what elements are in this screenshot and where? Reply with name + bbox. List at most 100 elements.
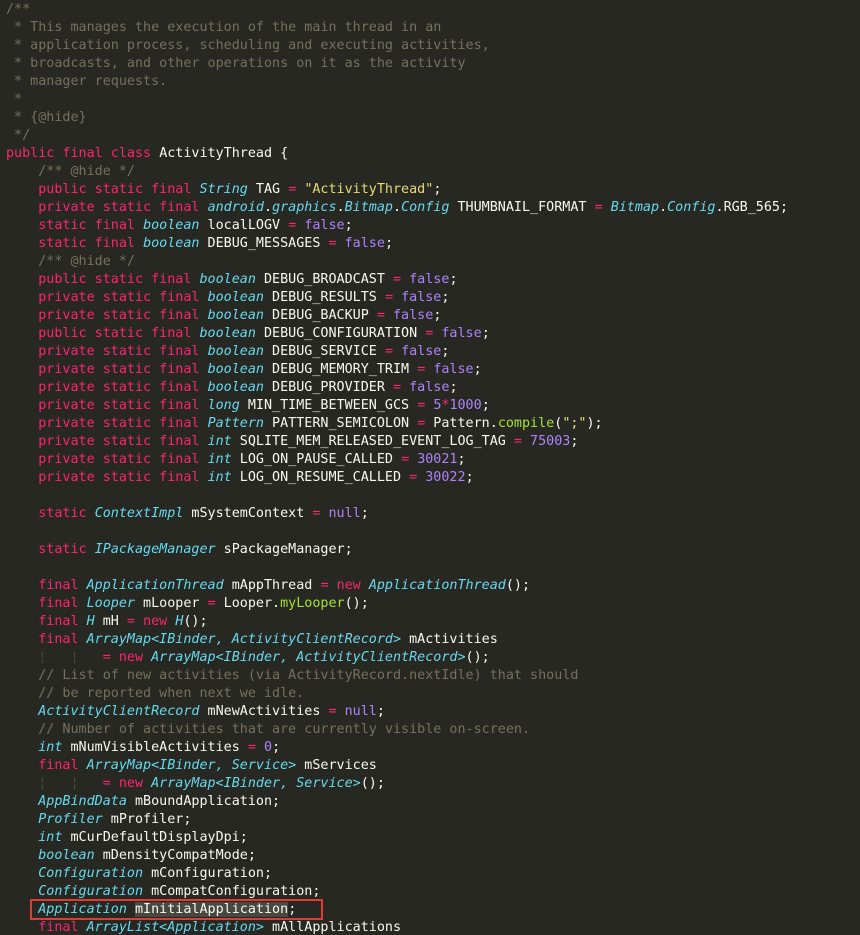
code-line[interactable]: // List of new activities (via ActivityR… bbox=[6, 667, 578, 685]
code-line[interactable]: * manager requests. bbox=[6, 73, 167, 91]
code-token: ; bbox=[441, 290, 450, 305]
code-token: Bitmap bbox=[610, 200, 660, 215]
code-line[interactable]: private static final boolean DEBUG_SERVI… bbox=[6, 343, 449, 361]
code-token: static final bbox=[38, 236, 144, 251]
code-line[interactable]: private static final boolean DEBUG_MEMOR… bbox=[6, 361, 481, 379]
code-line[interactable]: private static final boolean DEBUG_PROVI… bbox=[6, 379, 457, 397]
code-line[interactable]: AppBindData mBoundApplication; bbox=[6, 793, 280, 811]
code-token: /** @hide */ bbox=[38, 164, 135, 179]
code-token: DEBUG_MESSAGES bbox=[199, 236, 329, 251]
code-token: sPackageManager; bbox=[215, 542, 353, 557]
code-token: ArrayList<Application> bbox=[86, 920, 264, 935]
code-line[interactable]: */ bbox=[6, 127, 30, 145]
code-token: Config bbox=[401, 200, 450, 215]
code-line[interactable]: ¦ ¦ = new ArrayMap<IBinder, ActivityClie… bbox=[6, 649, 490, 667]
code-token: ArrayMap<IBinder, ActivityClientRecord> bbox=[86, 632, 402, 647]
code-line[interactable]: Profiler mProfiler; bbox=[6, 811, 191, 829]
code-line[interactable]: private static final int LOG_ON_PAUSE_CA… bbox=[6, 451, 465, 469]
code-token: (); bbox=[465, 650, 490, 665]
code-token: 75003 bbox=[530, 434, 571, 449]
code-line[interactable]: // be reported when next we idle. bbox=[6, 685, 304, 703]
code-line[interactable]: // Number of activities that are current… bbox=[6, 721, 530, 739]
code-line[interactable]: private static final long MIN_TIME_BETWE… bbox=[6, 397, 490, 415]
code-line[interactable]: private static final int SQLITE_MEM_RELE… bbox=[6, 433, 578, 451]
code-line[interactable]: /** @hide */ bbox=[6, 253, 135, 271]
code-line[interactable]: private static final Pattern PATTERN_SEM… bbox=[6, 415, 602, 433]
code-line[interactable]: static ContextImpl mSystemContext = null… bbox=[6, 505, 369, 523]
code-line[interactable]: final ArrayList<Application> mAllApplica… bbox=[6, 919, 401, 935]
code-line[interactable]: private static final boolean DEBUG_RESUL… bbox=[6, 289, 449, 307]
code-line[interactable]: * application process, scheduling and ex… bbox=[6, 37, 490, 55]
code-token: public static final bbox=[38, 182, 200, 197]
code-line[interactable]: final ArrayMap<IBinder, Service> mServic… bbox=[6, 757, 377, 775]
code-line[interactable]: /** bbox=[6, 1, 30, 19]
code-line[interactable]: public static final boolean DEBUG_BROADC… bbox=[6, 271, 457, 289]
code-token: int bbox=[38, 830, 63, 845]
code-token: private static final bbox=[38, 470, 208, 485]
code-line[interactable]: static final boolean DEBUG_MESSAGES = fa… bbox=[6, 235, 393, 253]
code-token: DEBUG_RESULTS bbox=[264, 290, 385, 305]
code-token: myLooper bbox=[280, 596, 345, 611]
code-line[interactable]: int mCurDefaultDisplayDpi; bbox=[6, 829, 248, 847]
code-token: IPackageManager bbox=[94, 542, 216, 557]
code-line[interactable]: final Looper mLooper = Looper.myLooper()… bbox=[6, 595, 369, 613]
code-token: ; bbox=[360, 506, 369, 521]
code-line[interactable]: private static final int LOG_ON_RESUME_C… bbox=[6, 469, 473, 487]
code-line[interactable]: * broadcasts, and other operations on it… bbox=[6, 55, 465, 73]
code-token: false bbox=[304, 218, 345, 233]
code-token: boolean bbox=[199, 326, 256, 341]
code-line[interactable]: ¦ ¦ = new ArrayMap<IBinder, Service>(); bbox=[6, 775, 385, 793]
code-token: public static final bbox=[38, 326, 200, 341]
code-token: boolean bbox=[199, 272, 256, 287]
code-token: static bbox=[38, 506, 95, 521]
code-line[interactable]: * This manages the execution of the main… bbox=[6, 19, 441, 37]
code-line[interactable]: final ApplicationThread mAppThread = new… bbox=[6, 577, 530, 595]
code-line[interactable]: static IPackageManager sPackageManager; bbox=[6, 541, 353, 559]
code-line[interactable]: private static final boolean DEBUG_BACKU… bbox=[6, 307, 441, 325]
code-token: = bbox=[376, 308, 385, 323]
code-token: // Number of activities that are current… bbox=[38, 722, 531, 737]
code-line[interactable]: ActivityClientRecord mNewActivities = nu… bbox=[6, 703, 385, 721]
code-line[interactable]: public static final boolean DEBUG_CONFIG… bbox=[6, 325, 490, 343]
code-token: 30022 bbox=[425, 470, 466, 485]
code-line[interactable]: private static final android.graphics.Bi… bbox=[6, 199, 788, 217]
code-token: ActivityThread bbox=[159, 146, 281, 161]
code-token: boolean bbox=[207, 344, 264, 359]
code-token: String bbox=[199, 182, 248, 197]
code-token: DEBUG_BACKUP bbox=[264, 308, 377, 323]
code-line[interactable]: /** @hide */ bbox=[6, 163, 135, 181]
code-token: Looper. bbox=[215, 596, 281, 611]
code-token: mBoundApplication; bbox=[126, 794, 281, 809]
code-line[interactable]: * bbox=[6, 91, 22, 109]
code-line[interactable]: Configuration mConfiguration; bbox=[6, 865, 272, 883]
code-line[interactable]: public static final String TAG = "Activi… bbox=[6, 181, 441, 199]
code-line[interactable]: * {@hide} bbox=[6, 109, 87, 127]
code-token: 0 bbox=[264, 740, 273, 755]
code-token: ArrayMap<IBinder, Service> bbox=[86, 758, 297, 773]
code-token: = bbox=[320, 578, 329, 593]
code-line[interactable]: final H mH = new H(); bbox=[6, 613, 207, 631]
code-line[interactable]: final ArrayMap<IBinder, ActivityClientRe… bbox=[6, 631, 498, 649]
code-line[interactable]: public final class ActivityThread { bbox=[6, 145, 288, 163]
code-line[interactable]: static final boolean localLOGV = false; bbox=[6, 217, 352, 235]
code-token: false bbox=[409, 272, 450, 287]
code-line[interactable]: boolean mDensityCompatMode; bbox=[6, 847, 256, 865]
code-token: ApplicationThread bbox=[86, 578, 224, 593]
code-token: DEBUG_SERVICE bbox=[264, 344, 385, 359]
code-editor[interactable]: /** * This manages the execution of the … bbox=[0, 0, 860, 935]
code-token: * bbox=[6, 92, 23, 107]
code-token: private static final bbox=[38, 452, 208, 467]
code-line[interactable]: int mNumVisibleActivities = 0; bbox=[6, 739, 280, 757]
